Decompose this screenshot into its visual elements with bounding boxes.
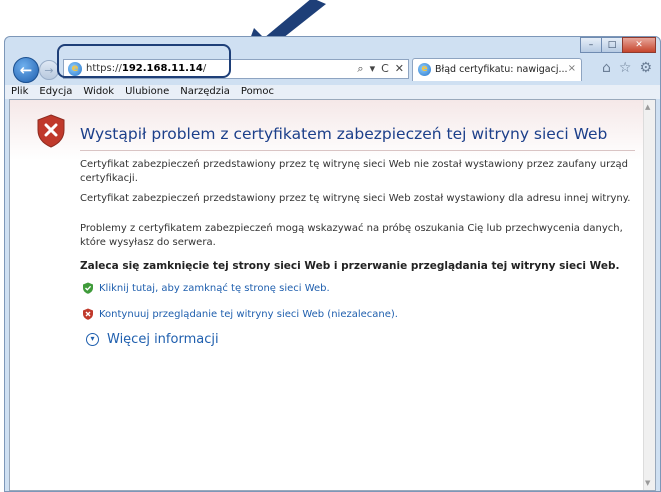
tab-close-icon[interactable]: ×	[568, 63, 576, 74]
dropdown-icon[interactable]: ▾	[370, 62, 376, 76]
menu-item-widok[interactable]: Widok	[83, 85, 114, 99]
favorites-star-icon[interactable]: ☆	[619, 60, 632, 76]
page-content: Wystąpił problem z certyfikatem zabezpie…	[9, 99, 656, 491]
scroll-up-icon[interactable]: ▲	[645, 103, 650, 111]
tab-ie-icon: e	[418, 63, 431, 76]
vertical-scrollbar[interactable]: ▲ ▼	[643, 100, 655, 490]
menu-bar: Plik Edycja Widok Ulubione Narzędzia Pom…	[5, 85, 660, 99]
close-page-link-text[interactable]: Kliknij tutaj, aby zamknąć tę stronę sie…	[99, 283, 330, 294]
menu-item-narzedzia[interactable]: Narzędzia	[180, 85, 230, 99]
menu-item-ulubione[interactable]: Ulubione	[125, 85, 169, 99]
red-shield-icon	[83, 308, 93, 320]
forward-button[interactable]: →	[39, 60, 59, 80]
divider	[80, 150, 635, 151]
menu-item-pomoc[interactable]: Pomoc	[241, 85, 274, 99]
page-title: Wystąpił problem z certyfikatem zabezpie…	[80, 125, 608, 143]
menu-item-plik[interactable]: Plik	[11, 85, 28, 99]
continue-link-text[interactable]: Kontynuuj przeglądanie tej witryny sieci…	[99, 309, 398, 320]
paragraph-security-risk: Problemy z certyfikatem zabezpieczeń mog…	[80, 223, 623, 248]
paragraph-untrusted-authority: Certyfikat zabezpieczeń przedstawiony pr…	[80, 159, 628, 184]
scroll-down-icon[interactable]: ▼	[645, 479, 650, 487]
recommendation-text: Zaleca się zamknięcie tej strony sieci W…	[80, 260, 620, 272]
browser-tab[interactable]: e Błąd certyfikatu: nawigacj... ×	[412, 58, 582, 81]
home-icon[interactable]: ⌂	[602, 60, 611, 76]
tab-title: Błąd certyfikatu: nawigacj...	[435, 64, 568, 75]
paragraph-different-address: Certyfikat zabezpieczeń przedstawiony pr…	[80, 193, 631, 204]
browser-window: – □ ✕ ← → e https://192.168.11.14/ ⌕ ▾ C…	[4, 36, 661, 492]
close-window-button[interactable]: ✕	[622, 37, 656, 53]
back-button[interactable]: ←	[13, 57, 39, 83]
green-shield-icon	[83, 282, 93, 294]
more-info-label[interactable]: Więcej informacji	[107, 332, 219, 347]
search-icon[interactable]: ⌕	[357, 62, 363, 76]
address-highlight-box	[57, 44, 231, 78]
continue-link[interactable]: Kontynuuj przeglądanie tej witryny sieci…	[82, 308, 398, 320]
minimize-button[interactable]: –	[580, 37, 602, 53]
refresh-icon[interactable]: C	[381, 62, 389, 76]
close-page-link[interactable]: Kliknij tutaj, aby zamknąć tę stronę sie…	[82, 282, 330, 294]
stop-icon[interactable]: ✕	[395, 62, 404, 76]
error-shield-icon	[37, 114, 65, 148]
maximize-button[interactable]: □	[601, 37, 623, 53]
settings-gear-icon[interactable]: ⚙	[639, 60, 652, 76]
menu-item-edycja[interactable]: Edycja	[39, 85, 72, 99]
more-info-toggle[interactable]: ▾ Więcej informacji	[86, 332, 219, 347]
expand-circle-icon: ▾	[86, 333, 99, 346]
